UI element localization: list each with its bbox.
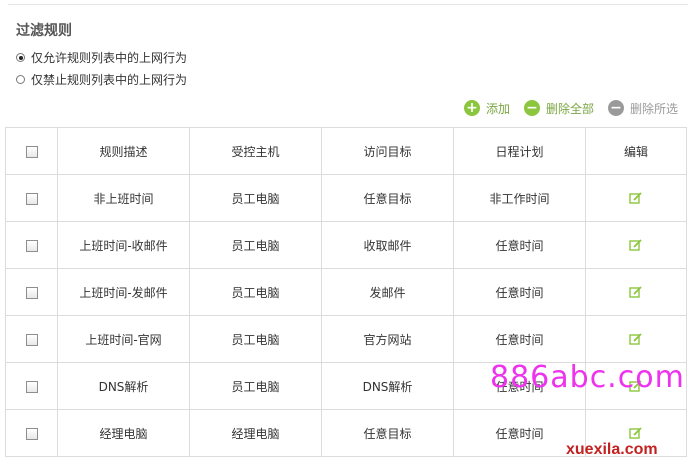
row-target: 发邮件 [321,268,454,316]
row-edit-cell [585,174,687,222]
row-checkbox[interactable] [25,333,38,346]
edit-pencil-icon[interactable] [629,238,643,252]
mode-deny-radio[interactable] [16,75,25,84]
section-title: 过滤规则 [16,23,72,39]
row-target: DNS解析 [321,362,454,410]
row-host: 员工电脑 [189,268,322,316]
edit-pencil-icon[interactable] [629,285,643,299]
minus-circle-icon: − [523,100,540,116]
row-schedule: 非工作时间 [453,174,586,222]
plus-circle-icon: + [463,100,480,116]
row-description: DNS解析 [57,362,190,410]
table-header-row: 规则描述 受控主机 访问目标 日程计划 编辑 [5,127,687,175]
mode-allow-label: 仅允许规则列表中的上网行为 [31,51,188,65]
row-select-cell [5,174,58,222]
row-target: 任意目标 [321,174,454,222]
row-description: 经理电脑 [57,409,190,457]
row-select-cell [5,315,58,363]
row-checkbox[interactable] [25,380,38,393]
row-select-cell [5,409,58,457]
add-label: 添加 [485,101,510,116]
row-target: 收取邮件 [321,221,454,269]
table-row: 上班时间-收邮件 员工电脑 收取邮件 任意时间 [5,221,687,269]
header-edit: 编辑 [585,127,687,175]
header-description: 规则描述 [57,127,190,175]
edit-pencil-icon[interactable] [629,332,643,346]
mode-deny-option[interactable]: 仅禁止规则列表中的上网行为 [16,71,187,88]
edit-pencil-icon[interactable] [629,426,643,440]
row-checkbox[interactable] [25,239,38,252]
delete-selected-button[interactable]: − 删除所选 [607,100,678,117]
row-select-cell [5,268,58,316]
row-host: 经理电脑 [189,409,322,457]
row-checkbox[interactable] [25,286,38,299]
row-edit-cell [585,221,687,269]
row-description: 上班时间-官网 [57,315,190,363]
minus-circle-icon: − [607,100,624,116]
watermark-primary: 886abc.com [490,360,685,395]
row-target: 任意目标 [321,409,454,457]
row-host: 员工电脑 [189,315,322,363]
delete-selected-label: 删除所选 [629,101,678,116]
row-select-cell [5,221,58,269]
row-target: 官方网站 [321,315,454,363]
mode-allow-radio[interactable] [16,53,25,62]
delete-all-button[interactable]: − 删除全部 [523,100,594,117]
edit-pencil-icon[interactable] [629,191,643,205]
table-row: 上班时间-官网 员工电脑 官方网站 任意时间 [5,315,687,363]
row-select-cell [5,362,58,410]
delete-all-label: 删除全部 [545,101,594,116]
row-description: 上班时间-发邮件 [57,268,190,316]
row-checkbox[interactable] [25,427,38,440]
row-host: 员工电脑 [189,174,322,222]
header-target: 访问目标 [321,127,454,175]
header-schedule: 日程计划 [453,127,586,175]
row-schedule: 任意时间 [453,315,586,363]
rules-table: 规则描述 受控主机 访问目标 日程计划 编辑 非上班时间 员工电脑 任意目标 非… [5,127,687,457]
top-divider [8,4,688,5]
header-host: 受控主机 [189,127,322,175]
mode-deny-label: 仅禁止规则列表中的上网行为 [31,73,188,87]
table-row: 上班时间-发邮件 员工电脑 发邮件 任意时间 [5,268,687,316]
row-edit-cell [585,268,687,316]
row-host: 员工电脑 [189,362,322,410]
row-schedule: 任意时间 [453,268,586,316]
mode-allow-option[interactable]: 仅允许规则列表中的上网行为 [16,49,187,66]
row-host: 员工电脑 [189,221,322,269]
row-edit-cell [585,315,687,363]
row-description: 非上班时间 [57,174,190,222]
select-all-checkbox[interactable] [25,145,38,158]
row-schedule: 任意时间 [453,221,586,269]
add-button[interactable]: + 添加 [463,100,510,117]
table-row: 非上班时间 员工电脑 任意目标 非工作时间 [5,174,687,222]
row-description: 上班时间-收邮件 [57,221,190,269]
watermark-secondary: xuexila.com [566,441,658,458]
header-select-cell [5,127,58,175]
rule-toolbar: + 添加 − 删除全部 − 删除所选 [450,98,688,118]
row-checkbox[interactable] [25,192,38,205]
